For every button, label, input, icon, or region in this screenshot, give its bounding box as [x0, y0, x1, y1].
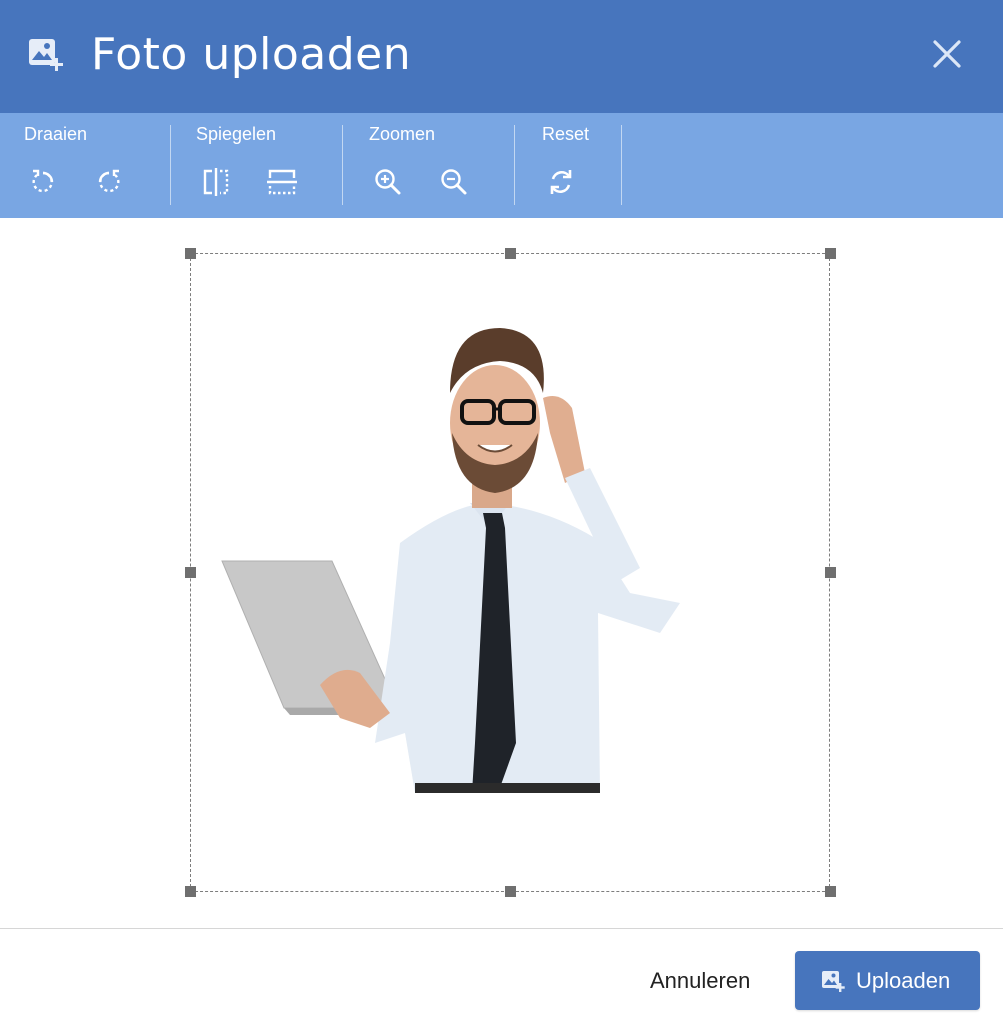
- crop-handle-right[interactable]: [825, 567, 836, 578]
- editor-toolbar: Draaien Spiegelen Zoomen Reset: [0, 113, 1003, 218]
- group-label-rotate: Draaien: [24, 124, 88, 144]
- rotate-left-button[interactable]: [26, 165, 60, 199]
- group-zoom: Zoomen: [343, 113, 514, 218]
- close-icon[interactable]: [930, 37, 964, 71]
- crop-handle-top-left[interactable]: [185, 248, 196, 259]
- crop-handle-bottom[interactable]: [505, 886, 516, 897]
- image-add-icon: [29, 39, 63, 71]
- zoom-in-button[interactable]: [371, 165, 405, 199]
- reset-button[interactable]: [544, 165, 578, 199]
- group-flip: Spiegelen: [171, 113, 342, 218]
- dialog-title: Foto uploaden: [91, 29, 412, 80]
- group-label-flip: Spiegelen: [196, 124, 277, 144]
- toolbar-divider: [621, 125, 622, 205]
- reset-icon: [550, 170, 572, 194]
- flip-horizontal-icon: [203, 168, 229, 196]
- crop-handle-bottom-left[interactable]: [185, 886, 196, 897]
- zoom-out-button[interactable]: [437, 165, 471, 199]
- rotate-right-icon: [98, 169, 120, 193]
- crop-handle-top[interactable]: [505, 248, 516, 259]
- group-reset: Reset: [515, 113, 621, 218]
- flip-horizontal-button[interactable]: [199, 165, 233, 199]
- group-rotate: Draaien: [0, 113, 170, 218]
- image-add-icon: [822, 971, 845, 992]
- rotate-left-icon: [32, 169, 54, 193]
- crop-canvas[interactable]: [0, 218, 1003, 928]
- upload-button[interactable]: Uploaden: [795, 951, 980, 1010]
- group-label-reset: Reset: [542, 124, 590, 144]
- zoom-in-icon: [375, 169, 401, 195]
- cancel-button[interactable]: Annuleren: [640, 963, 760, 999]
- flip-vertical-button[interactable]: [265, 165, 299, 199]
- crop-handle-top-right[interactable]: [825, 248, 836, 259]
- dialog-header: Foto uploaden: [0, 0, 1003, 113]
- crop-handle-left[interactable]: [185, 567, 196, 578]
- rotate-right-button[interactable]: [92, 165, 126, 199]
- dialog-footer: Annuleren Uploaden: [0, 928, 1003, 1025]
- crop-frame[interactable]: [190, 253, 830, 892]
- crop-handle-bottom-right[interactable]: [825, 886, 836, 897]
- flip-vertical-icon: [267, 169, 297, 195]
- group-label-zoom: Zoomen: [369, 124, 436, 144]
- upload-button-label: Uploaden: [856, 968, 951, 993]
- zoom-out-icon: [441, 169, 467, 195]
